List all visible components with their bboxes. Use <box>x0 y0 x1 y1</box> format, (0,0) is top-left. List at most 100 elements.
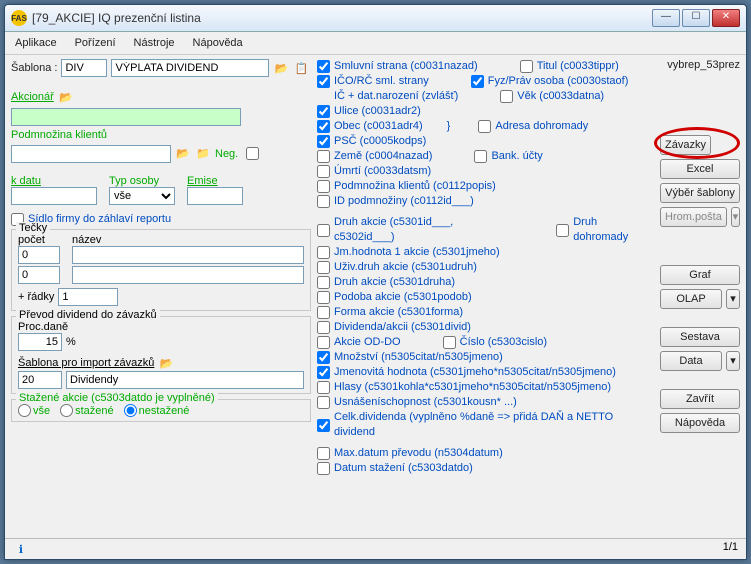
menu-nastroje[interactable]: Nástroje <box>132 34 177 52</box>
akcionar-label[interactable]: Akcionář <box>11 91 54 103</box>
folder-icon[interactable]: 📂 <box>158 355 174 371</box>
vyber-sablony-button[interactable]: Výběr šablony <box>660 183 740 203</box>
sablona-import-code[interactable] <box>18 371 62 389</box>
sablona-import-name[interactable] <box>66 371 304 389</box>
hrom-posta-dropdown[interactable]: ▾ <box>731 207 740 227</box>
close-button[interactable]: ✕ <box>712 9 740 27</box>
neg-checkbox[interactable] <box>246 147 259 160</box>
field-label-extra: Titul (c0033tippr) <box>537 59 619 74</box>
field-checkbox-extra[interactable] <box>474 150 487 163</box>
graf-button[interactable]: Graf <box>660 265 740 285</box>
sablona-name-input[interactable] <box>111 59 269 77</box>
folder-icon[interactable]: 📂 <box>58 89 74 105</box>
field-checkbox[interactable] <box>317 135 330 148</box>
field-label: Druh akcie (c5301id___, c5302id___) <box>334 215 514 245</box>
podmnozina-label: Podmnožina klientů <box>11 129 311 141</box>
field-checkbox[interactable] <box>317 276 330 289</box>
radio-nestazene[interactable]: nestažené <box>124 404 190 417</box>
folder2-icon[interactable]: 📁 <box>195 146 211 162</box>
folder-icon[interactable]: 📂 <box>175 146 191 162</box>
nazev2-input[interactable] <box>72 266 304 284</box>
field-checkbox[interactable] <box>317 291 330 304</box>
akcionar-input[interactable] <box>11 108 241 126</box>
data-dropdown[interactable]: ▾ <box>726 351 740 371</box>
menu-aplikace[interactable]: Aplikace <box>13 34 59 52</box>
nazev1-input[interactable] <box>72 246 304 264</box>
field-label: ID podmnožiny (c0112id___) <box>334 194 474 209</box>
kdatu-input[interactable] <box>11 187 97 205</box>
field-label-extra: Číslo (c5303cislo) <box>460 335 547 350</box>
field-label: Podoba akcie (c5301podob) <box>334 290 472 305</box>
field-checkbox-extra[interactable] <box>471 75 484 88</box>
field-checkbox[interactable] <box>317 246 330 259</box>
radio-vse[interactable]: vše <box>18 404 50 417</box>
zavrit-button[interactable]: Zavřít <box>660 389 740 409</box>
procdane-input[interactable] <box>18 333 62 351</box>
procdane-unit: % <box>66 336 76 348</box>
kdatu-label[interactable]: k datu <box>11 175 101 187</box>
list-icon[interactable]: 📋 <box>293 60 309 76</box>
field-checkbox[interactable] <box>317 336 330 349</box>
data-button[interactable]: Data <box>660 351 722 371</box>
sablona-import-label[interactable]: Šablona pro import závazků <box>18 357 154 369</box>
olap-button[interactable]: OLAP <box>660 289 722 309</box>
field-label-extra: Adresa dohromady <box>495 119 588 134</box>
field-label: IČO/RČ sml. strany <box>334 74 429 89</box>
field-checkbox-extra[interactable] <box>443 336 456 349</box>
field-checkbox[interactable] <box>317 447 330 460</box>
pocet2-input[interactable] <box>18 266 60 284</box>
stazene-title: Stažené akcie (c5303datdo je vyplněné) <box>16 392 218 404</box>
field-checkbox-extra[interactable] <box>478 120 491 133</box>
podmnozina-input[interactable] <box>11 145 171 163</box>
sestava-button[interactable]: Sestava <box>660 327 740 347</box>
field-label: Hlasy (c5301kohla*c5301jmeho*n5305citat/… <box>334 380 611 395</box>
field-checkbox[interactable] <box>317 180 330 193</box>
emise-label[interactable]: Emise <box>187 175 247 187</box>
field-checkbox[interactable] <box>317 120 330 133</box>
zavazky-button[interactable]: Závazky <box>660 135 711 155</box>
maximize-button[interactable]: ☐ <box>682 9 710 27</box>
field-checkbox[interactable] <box>317 351 330 364</box>
field-checkbox[interactable] <box>317 165 330 178</box>
excel-button[interactable]: Excel <box>660 159 740 179</box>
minimize-button[interactable]: — <box>652 9 680 27</box>
field-checkbox[interactable] <box>317 381 330 394</box>
field-checkbox-extra[interactable] <box>556 224 569 237</box>
right-label: vybrep_53prez <box>660 59 740 71</box>
napoveda-button[interactable]: Nápověda <box>660 413 740 433</box>
field-checkbox[interactable] <box>317 150 330 163</box>
field-label-extra: Druh dohromady <box>573 215 654 245</box>
field-checkbox[interactable] <box>317 75 330 88</box>
field-label: Usnášeníschopnost (c5301kousn* ...) <box>334 395 517 410</box>
field-checkbox-extra[interactable] <box>520 60 533 73</box>
info-icon[interactable]: ℹ <box>13 541 29 557</box>
field-check-row: IČO/RČ sml. stranyFyz/Práv osoba (c0030s… <box>317 74 654 89</box>
field-checkbox[interactable] <box>317 366 330 379</box>
field-checkbox[interactable] <box>317 195 330 208</box>
radio-stazene[interactable]: stažené <box>60 404 114 417</box>
field-checkbox[interactable] <box>317 60 330 73</box>
field-checkbox-extra[interactable] <box>500 90 513 103</box>
field-checkbox[interactable] <box>317 462 330 475</box>
radky-input[interactable] <box>58 288 118 306</box>
field-label: Dividenda/akcii (c5301divid) <box>334 320 471 335</box>
menu-napoveda[interactable]: Nápověda <box>191 34 245 52</box>
field-checkbox[interactable] <box>317 224 330 237</box>
pocet1-input[interactable] <box>18 246 60 264</box>
field-label: IČ + dat.narození (zvlášť) <box>334 89 458 104</box>
typosoby-select[interactable]: vše <box>109 187 175 205</box>
emise-input[interactable] <box>187 187 243 205</box>
field-checkbox[interactable] <box>317 396 330 409</box>
folder-open-icon[interactable]: 📂 <box>273 60 289 76</box>
field-check-row: Jmenovitá hodnota (c5301jmeho*n5305citat… <box>317 365 654 380</box>
field-checkbox[interactable] <box>317 419 330 432</box>
field-checkbox[interactable] <box>317 261 330 274</box>
menu-porizeni[interactable]: Pořízení <box>73 34 118 52</box>
olap-dropdown[interactable]: ▾ <box>726 289 740 309</box>
hrom-posta-button[interactable]: Hrom.pošta <box>660 207 727 227</box>
field-check-row: Země (c0004nazad)Bank. účty <box>317 149 654 164</box>
field-checkbox[interactable] <box>317 306 330 319</box>
field-checkbox[interactable] <box>317 321 330 334</box>
field-checkbox[interactable] <box>317 105 330 118</box>
sablona-code-input[interactable] <box>61 59 107 77</box>
